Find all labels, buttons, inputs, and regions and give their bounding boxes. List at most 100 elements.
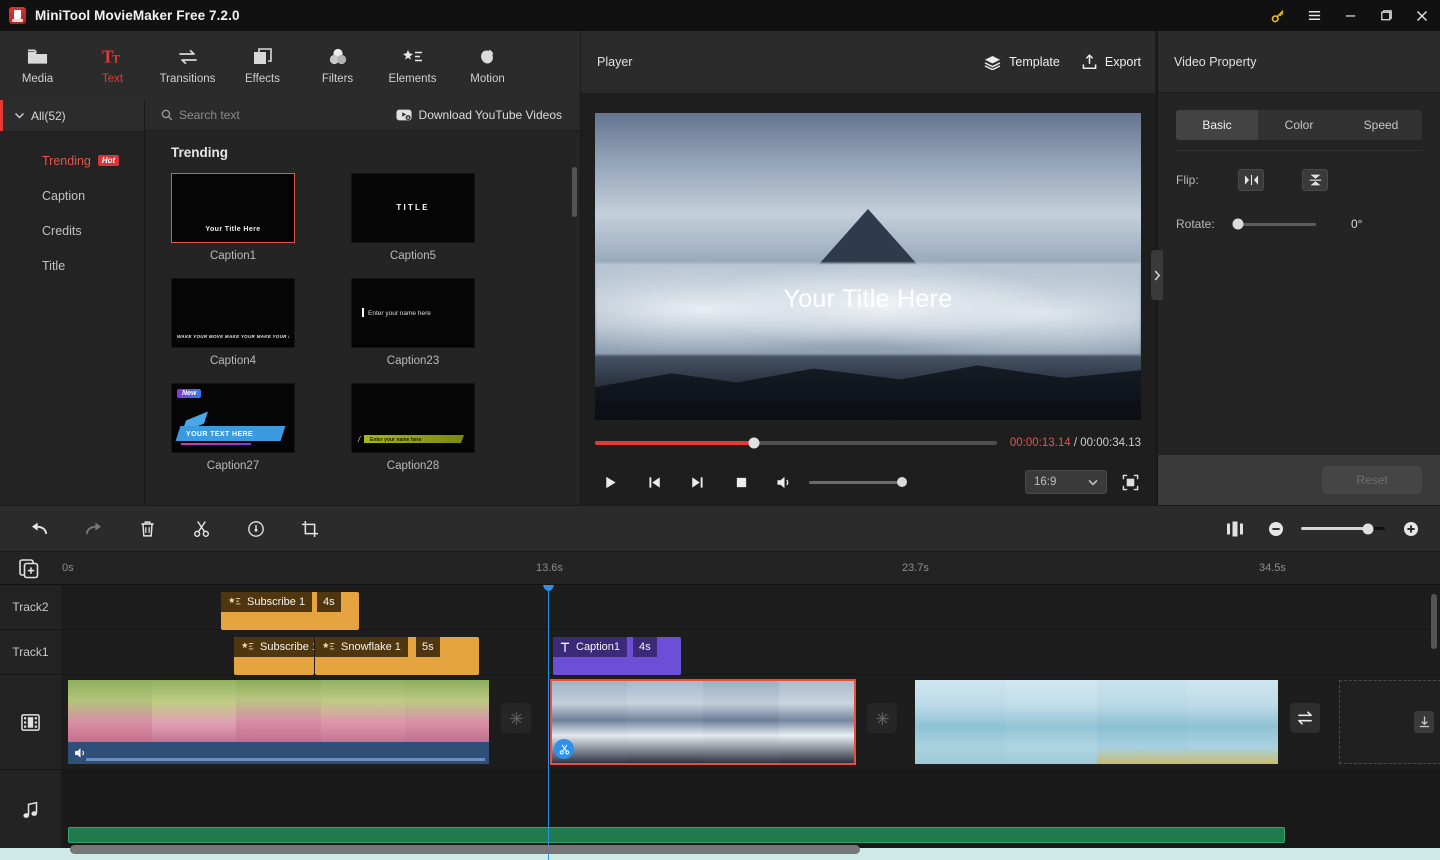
volume-slider[interactable]	[809, 477, 907, 487]
volume-icon[interactable]	[769, 467, 799, 497]
template-tile-caption23[interactable]: Enter your name here Caption23	[351, 278, 475, 367]
timeline-video-clip-paraglider[interactable]	[915, 680, 1278, 764]
flip-horizontal-icon[interactable]	[1238, 169, 1264, 191]
timeline-drop-zone[interactable]	[1339, 680, 1440, 764]
category-credits[interactable]: Credits	[0, 213, 144, 248]
lane-audio[interactable]	[61, 770, 1440, 850]
clip-title-badge: Snowflake 1	[315, 637, 408, 657]
timeline-ruler[interactable]: 0s 13.6s 23.7s 34.5s	[0, 552, 1440, 585]
clip-title-badge: Subscribe 1	[234, 637, 314, 657]
minimize-icon[interactable]	[1332, 0, 1368, 31]
category-caption[interactable]: Caption	[0, 178, 144, 213]
preview-stage[interactable]: Your Title Here	[595, 113, 1141, 420]
template-tile-caption27[interactable]: New YOUR TEXT HERE Caption27	[171, 383, 295, 472]
module-media[interactable]: Media	[0, 31, 75, 100]
timeline-video-clip-mountain[interactable]	[550, 679, 856, 765]
hamburger-menu-icon[interactable]	[1296, 0, 1332, 31]
timeline-zoom-slider[interactable]	[1301, 523, 1385, 534]
fullscreen-icon[interactable]	[1119, 471, 1141, 493]
app-title: MiniTool MovieMaker Free 7.2.0	[35, 8, 240, 23]
module-text[interactable]: TT Text	[75, 31, 150, 100]
flip-vertical-icon[interactable]	[1302, 169, 1328, 191]
redo-icon[interactable]	[78, 513, 109, 544]
search-icon	[161, 109, 173, 121]
timeline-video-clip-flowers[interactable]	[68, 680, 489, 764]
layers-icon	[984, 55, 1001, 70]
timeline-clip-element[interactable]: Snowflake 1 5s	[315, 637, 479, 675]
stop-icon[interactable]	[726, 467, 756, 497]
download-icon[interactable]	[1414, 711, 1434, 733]
module-filters[interactable]: Filters	[300, 31, 375, 100]
key-icon[interactable]	[1260, 0, 1296, 31]
timeline-lanes[interactable]: Subscribe 1 4s Subscribe 1 Snowflake 1 5…	[61, 585, 1440, 860]
tab-speed[interactable]: Speed	[1340, 110, 1422, 140]
property-panel: Video Property Basic Color Speed Flip: R…	[1157, 31, 1440, 505]
play-icon[interactable]	[595, 467, 625, 497]
tab-basic[interactable]: Basic	[1176, 110, 1258, 140]
template-tile-caption1[interactable]: Your Title Here Caption1	[171, 173, 295, 262]
crop-icon[interactable]	[294, 513, 325, 544]
library-scrollbar[interactable]	[572, 167, 577, 217]
split-marker-icon[interactable]	[554, 739, 574, 759]
module-elements[interactable]: Elements	[375, 31, 450, 100]
reset-button[interactable]: Reset	[1322, 466, 1422, 494]
category-all[interactable]: All(52)	[0, 100, 144, 131]
zoom-out-icon[interactable]	[1260, 513, 1291, 544]
template-tile-caption4[interactable]: WAKE YOUR MOVE MAKE YOUR MAKE YOUR MOVE …	[171, 278, 295, 367]
lane-video[interactable]	[61, 675, 1440, 770]
effects-icon	[253, 47, 273, 67]
template-tile-caption5[interactable]: TITLE Caption5	[351, 173, 475, 262]
skip-back-icon[interactable]	[639, 467, 669, 497]
rotate-slider-knob[interactable]	[1232, 218, 1244, 230]
module-motion[interactable]: Motion	[450, 31, 525, 100]
module-text-label: Text	[101, 72, 124, 85]
timeline-horizontal-scrollbar[interactable]	[70, 845, 860, 854]
transition-placeholder-icon[interactable]	[501, 703, 531, 733]
transition-swap-icon[interactable]	[1290, 703, 1320, 733]
player-progress-knob[interactable]	[748, 437, 760, 449]
aspect-ratio-select[interactable]: 16:9	[1025, 470, 1107, 494]
tab-color[interactable]: Color	[1258, 110, 1340, 140]
template-thumbnail: WAKE YOUR MOVE MAKE YOUR MAKE YOUR MOVE	[171, 278, 295, 348]
module-transitions[interactable]: Transitions	[150, 31, 225, 100]
property-footer: Reset	[1158, 455, 1440, 505]
export-button[interactable]: Export	[1082, 54, 1141, 70]
template-preview-text: TITLE	[396, 203, 430, 212]
template-tile-caption28[interactable]: / Enter your name here Caption28	[351, 383, 475, 472]
category-trending[interactable]: Trending Hot	[0, 143, 144, 178]
template-scroll-area[interactable]: Trending Your Title Here Caption1 TITLE …	[145, 131, 580, 505]
player-progress-bar[interactable]	[595, 437, 997, 449]
timeline-vertical-scrollbar[interactable]	[1431, 594, 1437, 649]
video-frame	[627, 680, 703, 764]
lane-track2[interactable]: Subscribe 1 4s	[61, 585, 1440, 630]
fit-timeline-icon[interactable]	[1219, 513, 1250, 544]
search-input[interactable]: Search text	[145, 108, 396, 122]
template-button[interactable]: Template	[984, 55, 1060, 70]
timeline-zoom-knob[interactable]	[1362, 523, 1374, 534]
category-title[interactable]: Title	[0, 248, 144, 283]
timeline-audio-clip[interactable]	[68, 827, 1285, 843]
close-icon[interactable]	[1404, 0, 1440, 31]
module-effects[interactable]: Effects	[225, 31, 300, 100]
download-youtube-button[interactable]: Download YouTube Videos	[395, 108, 580, 122]
clip-title-badge: Subscribe 1	[221, 592, 313, 612]
elements-icon	[402, 47, 424, 67]
track-label-track2: Track2	[0, 585, 61, 630]
zoom-in-icon[interactable]	[1395, 513, 1426, 544]
add-media-icon[interactable]	[18, 558, 42, 580]
timeline-clip-element[interactable]: Subscribe 1	[234, 637, 314, 675]
skip-forward-icon[interactable]	[682, 467, 712, 497]
speedometer-icon[interactable]	[240, 513, 271, 544]
rotate-slider[interactable]	[1232, 218, 1316, 230]
trash-icon[interactable]	[132, 513, 163, 544]
panel-collapse-toggle[interactable]	[1151, 250, 1163, 300]
scissors-icon[interactable]	[186, 513, 217, 544]
timeline-clip-element[interactable]: Subscribe 1 4s	[221, 592, 359, 630]
maximize-icon[interactable]	[1368, 0, 1404, 31]
lane-track1[interactable]: Subscribe 1 Snowflake 1 5s Caption1 4s	[61, 630, 1440, 675]
timeline-clip-text[interactable]: Caption1 4s	[553, 637, 681, 675]
volume-slider-knob[interactable]	[897, 477, 907, 487]
undo-icon[interactable]	[24, 513, 55, 544]
transition-placeholder-icon[interactable]	[867, 703, 897, 733]
flip-label: Flip:	[1176, 173, 1199, 187]
